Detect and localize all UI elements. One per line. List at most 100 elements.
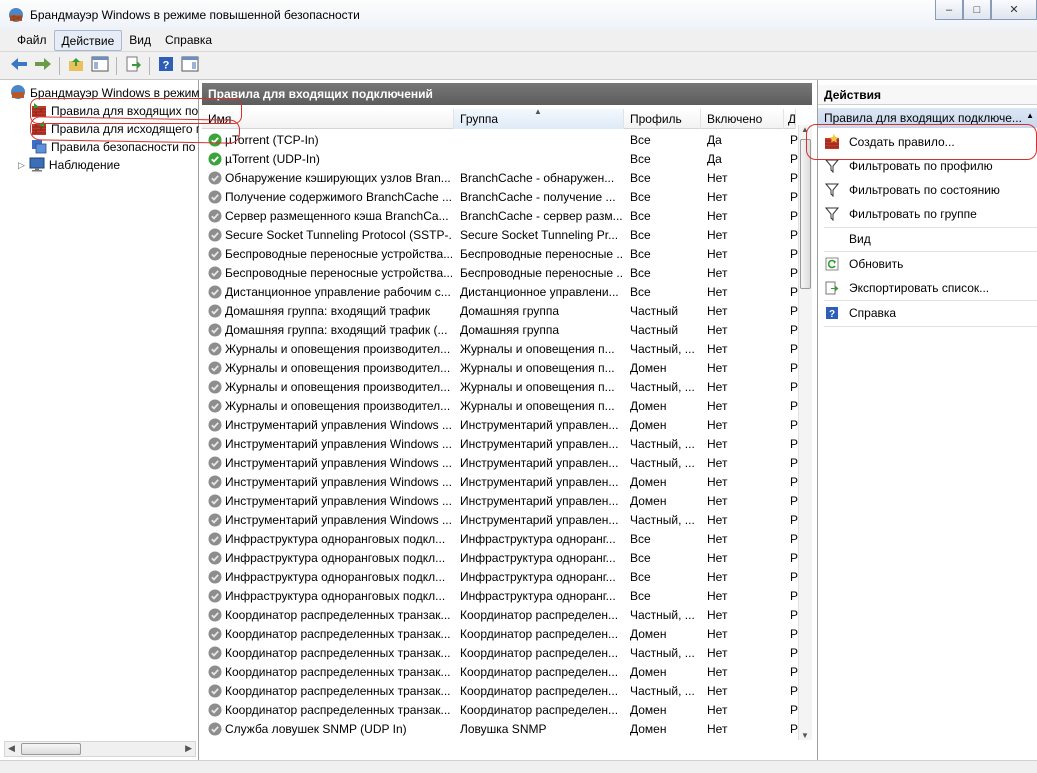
table-row[interactable]: Получение содержимого BranchCache ... Bra… (202, 188, 798, 207)
table-row[interactable]: Журналы и оповещения производител... Журн… (202, 397, 798, 416)
column-name[interactable]: Имя (202, 109, 454, 129)
table-row[interactable]: Дистанционное управление рабочим с... Дис… (202, 283, 798, 302)
table-row[interactable]: Инструментарий управления Windows ... Инс… (202, 416, 798, 435)
rule-group: Инструментарий управлен... (460, 494, 619, 508)
table-row[interactable]: Обнаружение кэширующих узлов Bran... Bran… (202, 169, 798, 188)
monitoring-icon (29, 156, 45, 174)
tree-item-security-rules[interactable]: Правила безопасности по (31, 138, 199, 156)
show-action-pane-button[interactable] (179, 55, 201, 77)
column-profile[interactable]: Профиль (624, 109, 701, 129)
column-enabled[interactable]: Включено (701, 109, 784, 129)
tree-item-inbound-rules[interactable]: Правила для входящих по (31, 102, 199, 120)
toolbar: ? (0, 52, 1037, 80)
table-row[interactable]: Сервер размещенного кэша BranchCa... Bran… (202, 207, 798, 226)
table-row[interactable]: Журналы и оповещения производител... Журн… (202, 359, 798, 378)
collapse-arrow-icon[interactable]: ▲ (1026, 111, 1034, 120)
action-label: Фильтровать по состоянию (849, 183, 1000, 197)
menu-help[interactable]: Справка (158, 30, 219, 51)
table-row[interactable]: µTorrent (TCP-In) Все Да Р (202, 131, 798, 150)
rule-enabled: Нет (707, 722, 728, 736)
table-row[interactable]: Беспроводные переносные устройства... Бес… (202, 245, 798, 264)
action-view[interactable]: Вид (818, 228, 1037, 250)
scroll-down-icon[interactable]: ▼ (801, 731, 809, 740)
menu-action[interactable]: Действие (53, 30, 123, 51)
help-button[interactable]: ? (155, 55, 177, 77)
tree-item-monitoring[interactable]: ▷ Наблюдение (18, 156, 120, 174)
table-row[interactable]: Служба ловушек SNMP (UDP In) Ловушка SNMP… (202, 720, 798, 739)
table-row[interactable]: Журналы и оповещения производител... Журн… (202, 378, 798, 397)
console-tree: Брандмауэр Windows в режим Правила для в… (0, 80, 200, 760)
table-row[interactable]: Инструментарий управления Windows ... Инс… (202, 492, 798, 511)
table-row[interactable]: Координатор распределенных транзак... Коо… (202, 663, 798, 682)
column-action[interactable]: Д (784, 109, 796, 129)
rule-action: Р (790, 437, 798, 451)
action-filter-profile[interactable]: Фильтровать по профилю (818, 155, 1037, 177)
menu-file[interactable]: Файл (10, 30, 54, 51)
action-export-list[interactable]: Экспортировать список... (818, 277, 1037, 299)
table-row[interactable]: Беспроводные переносные устройства... Бес… (202, 264, 798, 283)
up-folder-button[interactable] (65, 55, 87, 77)
export-list-button[interactable] (122, 55, 144, 77)
rule-action: Р (790, 361, 798, 375)
back-button[interactable] (8, 55, 30, 77)
rule-name: Журналы и оповещения производител... (225, 361, 451, 375)
action-help[interactable]: ? Справка (818, 302, 1037, 324)
action-label: Вид (849, 232, 871, 246)
table-row[interactable]: Инструментарий управления Windows ... Инс… (202, 473, 798, 492)
table-row[interactable]: Инструментарий управления Windows ... Инс… (202, 454, 798, 473)
table-row[interactable]: Secure Socket Tunneling Protocol (SSTP-.… (202, 226, 798, 245)
rule-name: Координатор распределенных транзак... (225, 608, 451, 622)
refresh-icon (824, 256, 840, 272)
rule-action: Р (790, 513, 798, 527)
scroll-right-icon[interactable]: ▶ (185, 743, 192, 754)
table-row[interactable]: Журналы и оповещения производител... Журн… (202, 340, 798, 359)
scroll-left-icon[interactable]: ◀ (8, 743, 15, 754)
table-row[interactable]: Инфраструктура одноранговых подкл... Инфр… (202, 587, 798, 606)
rule-action: Р (790, 703, 798, 717)
forward-button[interactable] (32, 55, 54, 77)
tree-item-root[interactable]: Брандмауэр Windows в режим (10, 84, 200, 102)
table-row[interactable]: µTorrent (UDP-In) Все Да Р (202, 150, 798, 169)
table-row[interactable]: Инфраструктура одноранговых подкл... Инфр… (202, 568, 798, 587)
close-button[interactable]: ✕ (991, 0, 1037, 20)
rule-group: Координатор распределен... (460, 703, 619, 717)
scroll-up-icon[interactable]: ▲ (801, 125, 809, 134)
column-group[interactable]: Группа ▲ (454, 109, 624, 129)
scrollbar-thumb[interactable] (21, 743, 81, 755)
table-row[interactable]: Домашняя группа: входящий трафик Домашняя… (202, 302, 798, 321)
actions-section-header[interactable]: Правила для входящих подключе... ▲ (818, 108, 1037, 128)
rule-profile: Все (630, 551, 651, 565)
table-row[interactable]: Координатор распределенных транзак... Коо… (202, 682, 798, 701)
action-new-rule[interactable]: Создать правило... (818, 131, 1037, 153)
maximize-button[interactable]: □ (963, 0, 991, 20)
rule-enabled: Нет (707, 285, 728, 299)
show-hide-tree-button[interactable] (89, 55, 111, 77)
expand-arrow-icon[interactable]: ▷ (18, 160, 25, 171)
action-filter-state[interactable]: Фильтровать по состоянию (818, 179, 1037, 201)
rule-profile: Все (630, 190, 651, 204)
tree-horizontal-scrollbar[interactable]: ◀ ▶ (4, 741, 196, 757)
rules-vertical-scrollbar[interactable]: ▲ ▼ (798, 125, 812, 740)
rule-enabled: Нет (707, 532, 728, 546)
action-label: Создать правило... (849, 135, 955, 149)
rule-name-cell: Инструментарий управления Windows ... (208, 473, 452, 492)
rule-name: Инфраструктура одноранговых подкл... (225, 589, 446, 603)
rule-name-cell: Инструментарий управления Windows ... (208, 511, 452, 530)
action-refresh[interactable]: Обновить (818, 253, 1037, 275)
menu-view[interactable]: Вид (122, 30, 158, 51)
table-row[interactable]: Инфраструктура одноранговых подкл... Инфр… (202, 530, 798, 549)
table-row[interactable]: Координатор распределенных транзак... Коо… (202, 625, 798, 644)
table-row[interactable]: Координатор распределенных транзак... Коо… (202, 701, 798, 720)
tree-item-outbound-rules[interactable]: Правила для исходящего п (31, 120, 199, 138)
scrollbar-thumb[interactable] (800, 139, 811, 289)
table-row[interactable]: Инструментарий управления Windows ... Инс… (202, 435, 798, 454)
table-row[interactable]: Домашняя группа: входящий трафик (... Дом… (202, 321, 798, 340)
rule-enabled: Нет (707, 608, 728, 622)
table-row[interactable]: Инструментарий управления Windows ... Инс… (202, 511, 798, 530)
table-row[interactable]: Инфраструктура одноранговых подкл... Инфр… (202, 549, 798, 568)
table-row[interactable]: Координатор распределенных транзак... Коо… (202, 606, 798, 625)
action-filter-group[interactable]: Фильтровать по группе (818, 203, 1037, 225)
minimize-button[interactable]: – (935, 0, 963, 20)
rule-name-cell: Беспроводные переносные устройства... (208, 245, 452, 264)
table-row[interactable]: Координатор распределенных транзак... Коо… (202, 644, 798, 663)
